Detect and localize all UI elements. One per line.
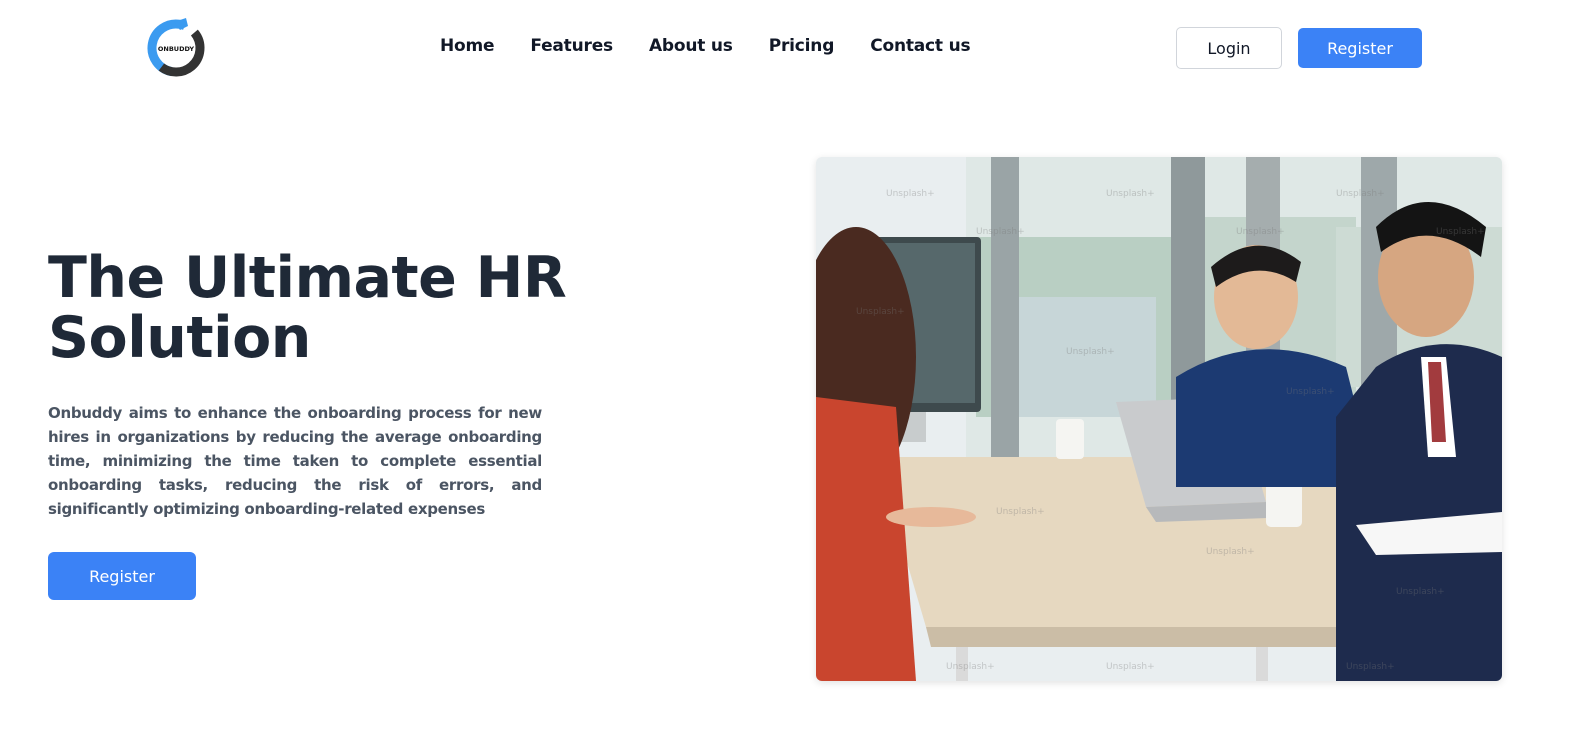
nav-about-us[interactable]: About us <box>649 36 733 56</box>
navbar: ONBUDDY Home Features About us Pricing C… <box>0 0 1581 96</box>
nav-contact-us[interactable]: Contact us <box>870 36 970 56</box>
watermark-text: Unsplash+ <box>1066 347 1115 357</box>
watermark-text: Unsplash+ <box>946 662 995 672</box>
watermark-text: Unsplash+ <box>886 189 935 199</box>
watermark-text: Unsplash+ <box>1396 587 1445 597</box>
register-button-header[interactable]: Register <box>1298 28 1422 68</box>
image-watermarks: Unsplash+ Unsplash+ Unsplash+ Unsplash+ … <box>816 157 1502 681</box>
onbuddy-logo[interactable]: ONBUDDY <box>146 16 206 78</box>
nav-features[interactable]: Features <box>530 36 613 56</box>
watermark-text: Unsplash+ <box>1236 227 1285 237</box>
watermark-text: Unsplash+ <box>1346 662 1395 672</box>
hero-title: The Ultimate HR Solution <box>48 245 567 371</box>
nav-pricing[interactable]: Pricing <box>769 36 835 56</box>
login-button[interactable]: Login <box>1176 27 1282 69</box>
watermark-text: Unsplash+ <box>1206 547 1255 557</box>
watermark-text: Unsplash+ <box>1106 189 1155 199</box>
watermark-text: Unsplash+ <box>1106 662 1155 672</box>
logo-text: ONBUDDY <box>158 45 195 53</box>
hero-description: Onbuddy aims to enhance the onboarding p… <box>48 404 542 518</box>
watermark-text: Unsplash+ <box>856 307 905 317</box>
register-button-hero[interactable]: Register <box>48 552 196 600</box>
watermark-text: Unsplash+ <box>996 507 1045 517</box>
main-nav: Home Features About us Pricing Contact u… <box>440 36 971 56</box>
watermark-text: Unsplash+ <box>1286 387 1335 397</box>
watermark-text: Unsplash+ <box>1436 227 1485 237</box>
watermark-text: Unsplash+ <box>976 227 1025 237</box>
nav-home[interactable]: Home <box>440 36 495 56</box>
hero-image-meeting: Unsplash+ Unsplash+ Unsplash+ Unsplash+ … <box>816 157 1502 681</box>
watermark-text: Unsplash+ <box>1336 189 1385 199</box>
